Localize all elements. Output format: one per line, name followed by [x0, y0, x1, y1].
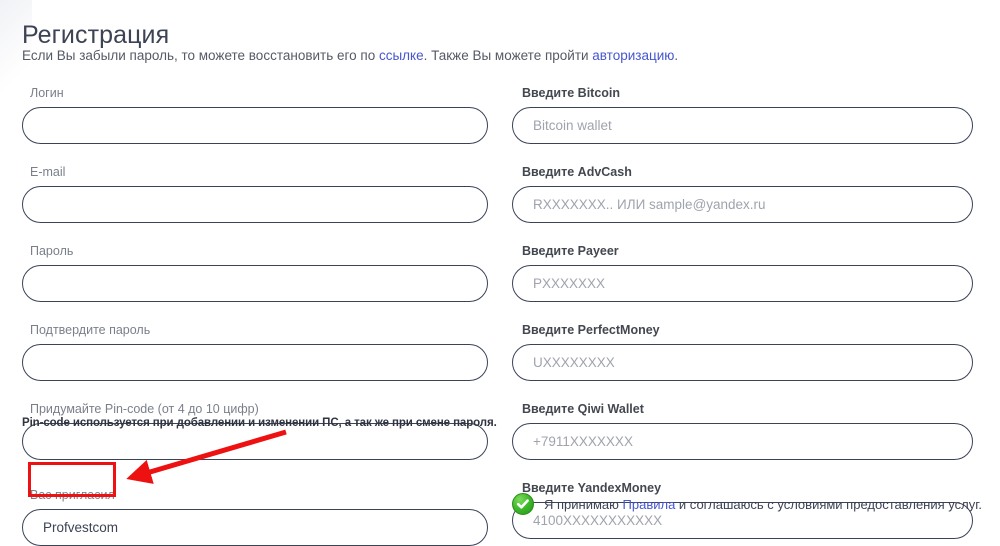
field-qiwi: Введите Qiwi Wallet [512, 402, 973, 460]
notice-text-part2: . Также Вы можете пройти [423, 48, 593, 63]
password-input[interactable] [22, 265, 488, 302]
notice-text-part1: Если Вы забыли пароль, то можете восстан… [22, 48, 379, 63]
advcash-wallet-input[interactable] [512, 186, 973, 223]
field-referrer: Вас пригласил [22, 488, 488, 546]
field-label-referrer: Вас пригласил [30, 488, 115, 502]
field-label-advcash: Введите AdvCash [522, 165, 632, 179]
field-label-login: Логин [30, 86, 64, 100]
qiwi-wallet-input[interactable] [512, 423, 973, 460]
email-input[interactable] [22, 186, 488, 223]
authorization-link[interactable]: авторизацию [592, 48, 674, 63]
terms-agreement-row[interactable]: Я принимаю Правила и соглашаюсь с услови… [512, 493, 982, 515]
field-pincode: Придумайте Pin-code (от 4 до 10 цифр) [22, 402, 488, 460]
recovery-link[interactable]: ссылке [379, 48, 424, 63]
login-input[interactable] [22, 107, 488, 144]
field-label-password: Пароль [30, 244, 74, 258]
payeer-wallet-input[interactable] [512, 265, 973, 302]
right-form-column: Введите Bitcoin Введите AdvCash Введите … [512, 86, 973, 539]
field-label-bitcoin: Введите Bitcoin [522, 86, 621, 100]
confirm-password-input[interactable] [22, 344, 488, 381]
page-title: Регистрация [22, 20, 170, 49]
agreement-text-part1: Я принимаю [544, 496, 623, 512]
field-label-perfectmoney: Введите PerfectMoney [522, 323, 660, 337]
green-check-circle-icon[interactable] [512, 493, 534, 515]
left-form-column: Логин E-mail Пароль Подтвердите пароль П… [22, 86, 488, 546]
field-label-payeer: Введите Payeer [522, 244, 619, 258]
field-label-confirm-password: Подтвердите пароль [30, 323, 151, 337]
field-password: Пароль [22, 244, 488, 302]
rules-link[interactable]: Правила [623, 497, 676, 512]
pincode-hint: Pin-code используется при добавлении и и… [22, 417, 497, 429]
field-bitcoin: Введите Bitcoin [512, 86, 973, 144]
field-payeer: Введите Payeer [512, 244, 973, 302]
field-label-qiwi: Введите Qiwi Wallet [522, 402, 644, 416]
password-recovery-notice: Если Вы забыли пароль, то можете восстан… [22, 48, 678, 63]
field-label-pincode: Придумайте Pin-code (от 4 до 10 цифр) [30, 402, 259, 416]
field-advcash: Введите AdvCash [512, 165, 973, 223]
field-confirm-password: Подтвердите пароль [22, 323, 488, 381]
terms-agreement-text: Я принимаю Правила и соглашаюсь с услови… [544, 497, 982, 512]
bitcoin-wallet-input[interactable] [512, 107, 973, 144]
field-email: E-mail [22, 165, 488, 223]
field-login: Логин [22, 86, 488, 144]
agreement-text-part2: и соглашаюсь с условиями предоставления … [675, 496, 982, 512]
notice-text-part3: . [674, 48, 679, 63]
field-label-email: E-mail [30, 165, 66, 179]
perfectmoney-wallet-input[interactable] [512, 344, 973, 381]
referrer-input[interactable] [22, 509, 488, 546]
field-perfectmoney: Введите PerfectMoney [512, 323, 973, 381]
